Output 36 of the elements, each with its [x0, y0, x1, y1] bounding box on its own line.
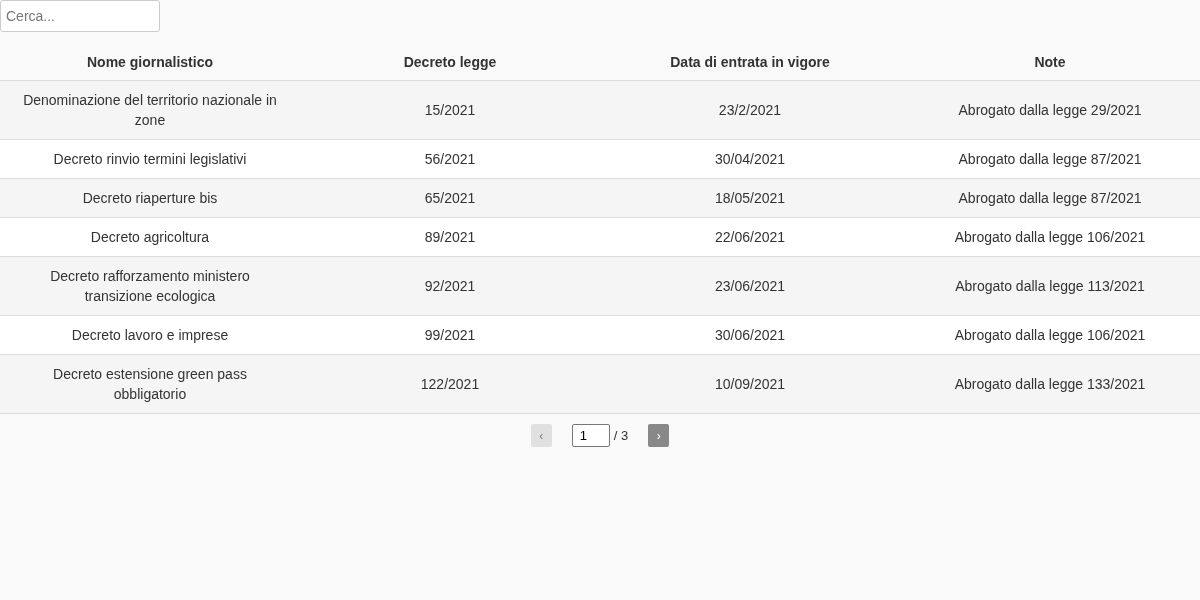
page-input[interactable]: 1: [571, 424, 610, 447]
column-header: Decreto legge: [300, 42, 600, 81]
table-cell: 99/2021: [300, 315, 600, 355]
table-cell: Decreto lavoro e imprese: [0, 315, 300, 355]
table-cell: 30/06/2021: [600, 315, 900, 355]
table-cell: Decreto rinvio termini legislativi: [0, 139, 300, 179]
table-cell: Abrogato dalla legge 106/2021: [900, 315, 1200, 355]
column-header: Nome giornalistico: [0, 42, 300, 81]
table-cell: 15/2021: [300, 80, 600, 140]
page-total: / 3: [613, 428, 629, 443]
table-cell: Abrogato dalla legge 133/2021: [900, 354, 1200, 414]
table-cell: Denominazione del territorio nazionale in zone: [0, 80, 300, 140]
table-cell: 89/2021: [300, 217, 600, 257]
table-cell: 18/05/2021: [600, 178, 900, 218]
next-page-button[interactable]: ›: [648, 424, 670, 447]
table-cell: 23/06/2021: [600, 256, 900, 316]
table-cell: Abrogato dalla legge 87/2021: [900, 139, 1200, 179]
table-cell: 10/09/2021: [600, 354, 900, 414]
table-cell: Decreto estensione green pass obbligatorio: [0, 354, 300, 414]
table-cell: 65/2021: [300, 178, 600, 218]
column-header: Data di entrata in vigore: [600, 42, 900, 81]
column-header: Note: [900, 42, 1200, 81]
table-cell: 92/2021: [300, 256, 600, 316]
table-cell: Abrogato dalla legge 106/2021: [900, 217, 1200, 257]
table-cell: Abrogato dalla legge 87/2021: [900, 178, 1200, 218]
table-cell: Decreto agricoltura: [0, 217, 300, 257]
table-cell: 30/04/2021: [600, 139, 900, 179]
table-cell: Abrogato dalla legge 113/2021: [900, 256, 1200, 316]
table-cell: Decreto rafforzamento ministero transizione ecologica: [0, 256, 300, 316]
table-cell: Decreto riaperture bis: [0, 178, 300, 218]
table-cell: 23/2/2021: [600, 80, 900, 140]
table-cell: Abrogato dalla legge 29/2021: [900, 80, 1200, 140]
search-field[interactable]: Cerca...: [0, 0, 160, 32]
table-cell: 22/06/2021: [600, 217, 900, 257]
table-cell: 122/2021: [300, 354, 600, 414]
table-cell: 56/2021: [300, 139, 600, 179]
